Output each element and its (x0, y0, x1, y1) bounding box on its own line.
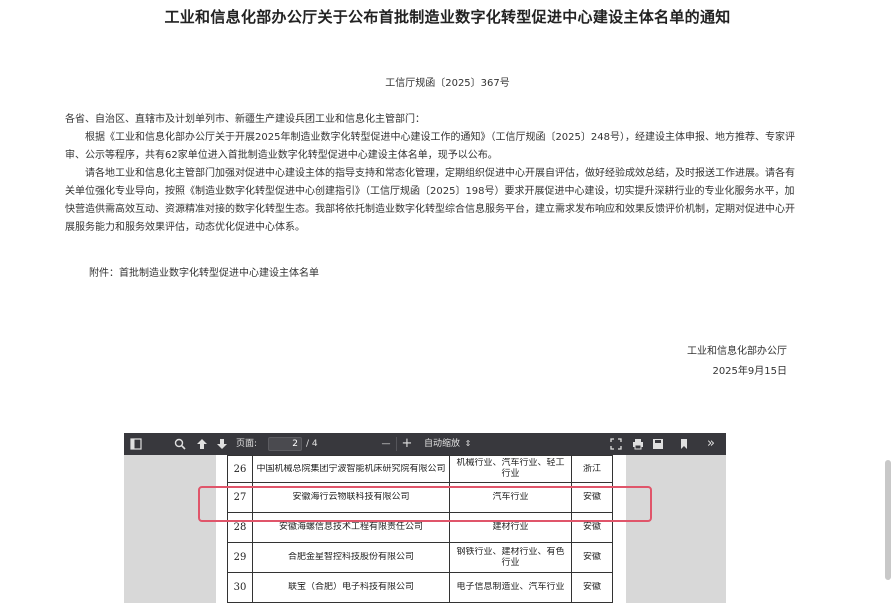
highlight-box (198, 486, 652, 522)
table-row: 29 合肥金星智控科技股份有限公司 钢铁行业、建材行业、有色行业 安徽 (227, 542, 613, 573)
presentation-mode-icon[interactable] (610, 433, 622, 455)
tools-menu-button[interactable]: » (704, 433, 718, 455)
zoom-select-label[interactable]: 自动缩放 (424, 433, 462, 455)
company-name: 联宝（合肥）电子科技有限公司 (287, 582, 414, 592)
industry-cell: 电子信息制造业、汽车行业 (449, 572, 572, 603)
paragraph-2: 请各地工业和信息化主管部门加强对促进中心建设主体的指导支持和常态化管理，定期组织… (65, 168, 795, 233)
row-number: 29 (233, 552, 247, 563)
zoom-separator (396, 437, 397, 451)
industry: 建材行业 (492, 522, 529, 532)
company-name-cell: 联宝（合肥）电子科技有限公司 (252, 572, 450, 603)
pdf-toolbar: 页面: 2 / 4 — + 自动缩放 ⇕ » (124, 433, 726, 455)
page-down-icon[interactable] (216, 433, 228, 455)
row-number-cell: 30 (227, 572, 253, 603)
page-up-icon[interactable] (196, 433, 208, 455)
page-number-input[interactable]: 2 (268, 437, 302, 451)
province: 安徽 (582, 582, 601, 592)
sidebar-toggle-icon[interactable] (130, 433, 144, 455)
province: 安徽 (582, 552, 601, 562)
row-number: 26 (233, 463, 247, 475)
company-name: 合肥金星智控科技股份有限公司 (287, 552, 414, 562)
industry-cell: 钢铁行业、建材行业、有色行业 (449, 542, 572, 573)
row-number-cell: 26 (227, 455, 253, 483)
company-name: 中国机械总院集团宁波智能机床研究院有限公司 (256, 463, 446, 474)
document-title: 工业和信息化部办公厅关于公布首批制造业数字化转型促进中心建设主体名单的通知 (164, 8, 731, 26)
province-cell: 浙江 (571, 455, 613, 483)
industry: 电子信息制造业、汽车行业 (456, 582, 565, 592)
pdf-page: 26 中国机械总院集团宁波智能机床研究院有限公司 机械行业、汽车行业、轻工行业 浙江 2… (216, 455, 626, 603)
province: 安徽 (582, 522, 601, 532)
table-row: 26 中国机械总院集团宁波智能机床研究院有限公司 机械行业、汽车行业、轻工行业 浙江 (227, 455, 613, 483)
document-body: 各省、自治区、直辖市及计划单列市、新疆生产建设兵团工业和信息化主管部门： 根据《… (65, 111, 801, 237)
province-cell: 安徽 (571, 572, 613, 603)
page-label: 页面: (236, 439, 258, 449)
company-table: 26 中国机械总院集团宁波智能机床研究院有限公司 机械行业、汽车行业、轻工行业 浙江 2… (227, 455, 613, 603)
row-number: 30 (233, 582, 247, 593)
search-icon[interactable] (174, 433, 186, 455)
zoom-chevron-icon[interactable]: ⇕ (464, 433, 472, 455)
signature-org: 工业和信息化部办公厅 (687, 346, 787, 357)
table-row: 30 联宝（合肥）电子科技有限公司 电子信息制造业、汽车行业 安徽 (227, 572, 613, 603)
industry-cell: 机械行业、汽车行业、轻工行业 (449, 455, 572, 483)
attachment-line: 附件：首批制造业数字化转型促进中心建设主体名单 (89, 268, 319, 279)
zoom-out-button[interactable]: — (380, 433, 392, 455)
industry: 钢铁行业、建材行业、有色行业 (456, 546, 565, 568)
company-name: 安徽海螺信息技术工程有限责任公司 (278, 522, 423, 532)
company-name-cell: 中国机械总院集团宁波智能机床研究院有限公司 (252, 455, 450, 483)
document-number: 工信厅规函〔2025〕367号 (385, 78, 510, 89)
province-cell: 安徽 (571, 542, 613, 573)
print-icon[interactable] (632, 433, 644, 455)
page-total: / 4 (306, 439, 318, 449)
signature-date: 2025年9月15日 (712, 366, 787, 377)
salutation: 各省、自治区、直辖市及计划单列市、新疆生产建设兵团工业和信息化主管部门： (65, 114, 425, 125)
scrollbar-thumb[interactable] (885, 460, 891, 580)
paragraph-1: 根据《工业和信息化部办公厅关于开展2025年制造业数字化转型促进中心建设工作的通… (65, 132, 795, 161)
province: 浙江 (582, 463, 601, 474)
row-number-cell: 29 (227, 542, 253, 573)
company-name-cell: 合肥金星智控科技股份有限公司 (252, 542, 450, 573)
download-icon[interactable] (652, 433, 664, 455)
row-number: 28 (233, 522, 247, 533)
industry: 机械行业、汽车行业、轻工行业 (456, 458, 565, 479)
bookmark-icon[interactable] (678, 433, 690, 455)
zoom-in-button[interactable]: + (400, 433, 414, 455)
